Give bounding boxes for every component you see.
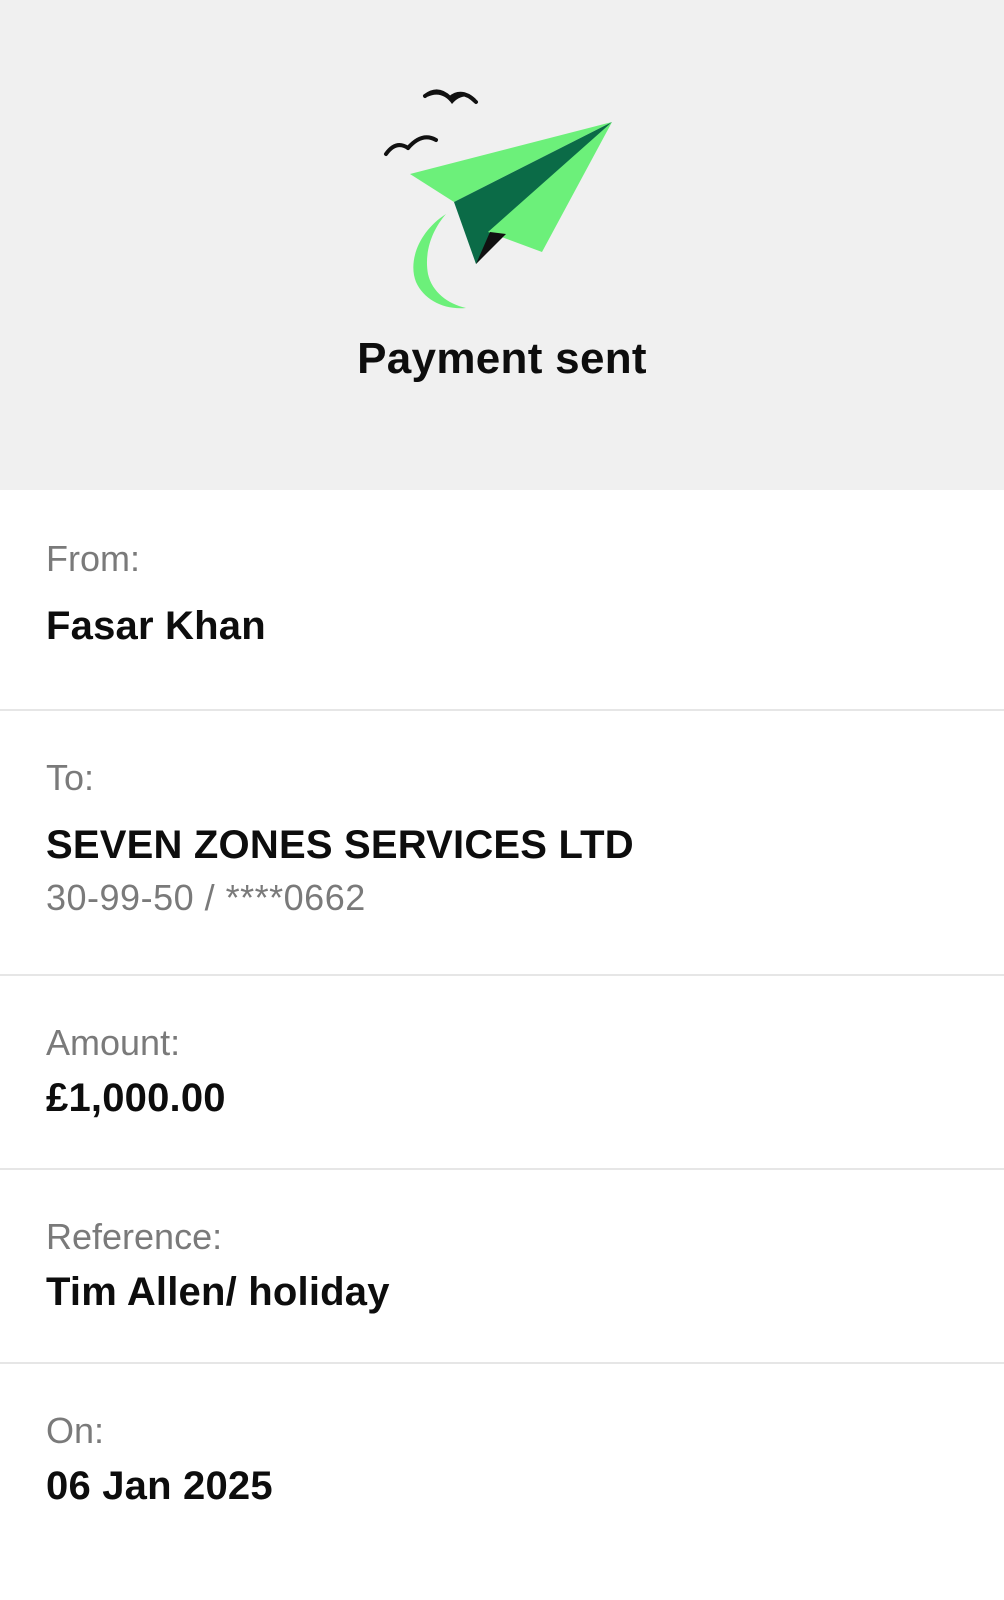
to-account-number: 30-99-50 / ****0662 (46, 877, 366, 918)
detail-row-from: From: Fasar Khan (0, 490, 1004, 711)
payment-sent-header: Payment sent (0, 0, 1004, 490)
to-value: SEVEN ZONES SERVICES LTD (46, 823, 634, 867)
detail-row-to: To: SEVEN ZONES SERVICES LTD 30-99-50 / … (0, 711, 1004, 976)
date-label: On: (46, 1410, 105, 1451)
paper-plane-with-birds-icon (384, 89, 612, 309)
amount-value: £1,000.00 (46, 1076, 226, 1120)
payment-confirmation-screen: Payment sent From: Fasar Khan To: SEVEN … (0, 0, 1004, 1600)
payment-details: From: Fasar Khan To: SEVEN ZONES SERVICE… (0, 490, 1004, 1600)
to-label: To: (46, 757, 95, 798)
from-label: From: (46, 538, 140, 579)
detail-row-reference: Reference: Tim Allen/ holiday (0, 1170, 1004, 1364)
from-value: Fasar Khan (46, 604, 266, 648)
page-title: Payment sent (357, 334, 647, 383)
detail-row-amount: Amount: £1,000.00 (0, 976, 1004, 1170)
reference-label: Reference: (46, 1216, 223, 1257)
reference-value: Tim Allen/ holiday (46, 1270, 390, 1314)
date-value: 06 Jan 2025 (46, 1464, 273, 1508)
detail-row-on: On: 06 Jan 2025 (0, 1364, 1004, 1600)
amount-label: Amount: (46, 1022, 181, 1063)
